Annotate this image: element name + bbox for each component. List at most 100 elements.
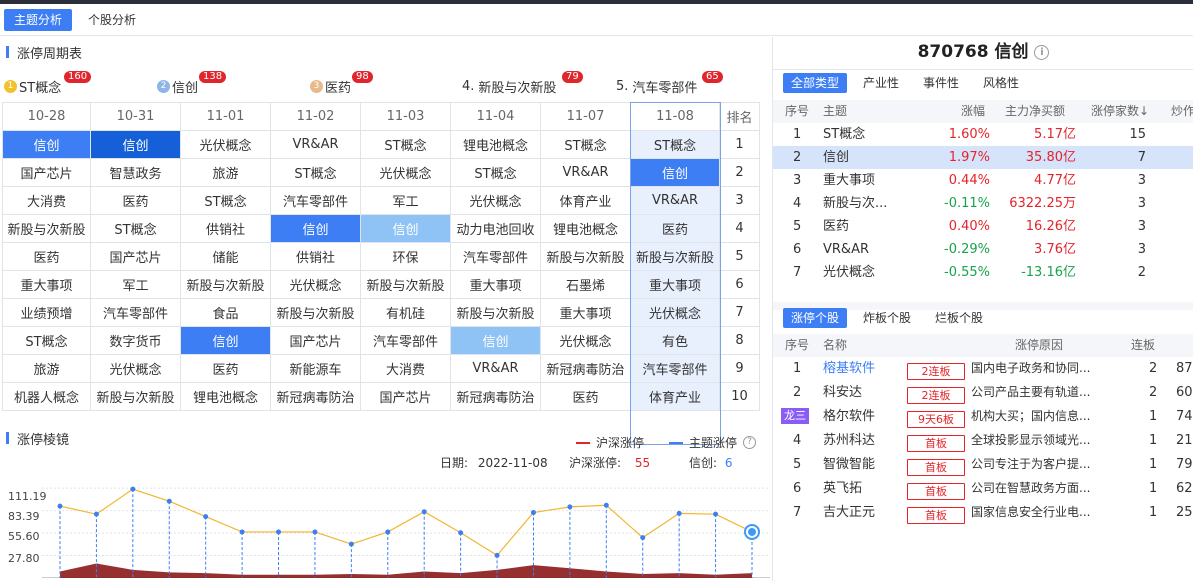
cycle-cell[interactable]: 新股与次新股 <box>2 214 91 243</box>
cycle-cell[interactable]: 有机硅 <box>360 298 451 327</box>
row-stock-name[interactable]: 吉大正元 <box>823 501 875 524</box>
row-stock-name[interactable]: 智微智能 <box>823 453 875 476</box>
cycle-cell[interactable]: 有色 <box>630 326 720 355</box>
cycle-cell[interactable]: 信创 <box>630 158 720 187</box>
cycle-cell[interactable]: 食品 <box>180 298 271 327</box>
row-theme[interactable]: 医药 <box>823 215 849 238</box>
row-theme[interactable]: VR&AR <box>823 238 869 261</box>
cycle-cell[interactable]: 新冠病毒防治 <box>450 382 541 411</box>
date-header[interactable]: 10-28 <box>2 102 91 131</box>
cycle-cell[interactable]: 重大事项 <box>2 270 91 299</box>
cycle-cell[interactable]: 光伏概念 <box>450 186 541 215</box>
cycle-cell[interactable]: ST概念 <box>360 130 451 159</box>
row-stock-name[interactable]: 格尔软件 <box>823 405 875 428</box>
cycle-cell[interactable]: 光伏概念 <box>360 158 451 187</box>
cycle-cell[interactable]: 新股与次新股 <box>540 242 631 271</box>
cycle-cell[interactable]: 汽车零部件 <box>360 326 451 355</box>
cycle-cell[interactable]: 新股与次新股 <box>180 270 271 299</box>
row-stock-name[interactable]: 科安达 <box>823 381 862 404</box>
cycle-cell[interactable]: 旅游 <box>180 158 271 187</box>
cycle-cell[interactable]: 新股与次新股 <box>270 298 361 327</box>
cycle-cell[interactable]: 光伏概念 <box>270 270 361 299</box>
cycle-cell[interactable]: 锂电池概念 <box>450 130 541 159</box>
col-theme[interactable]: 主题 <box>823 100 847 123</box>
cycle-cell[interactable]: 业绩预增 <box>2 298 91 327</box>
cycle-cell[interactable]: 汽车零部件 <box>90 298 181 327</box>
date-header[interactable]: 11-03 <box>360 102 451 131</box>
cycle-cell[interactable]: 信创 <box>180 326 271 355</box>
cycle-cell[interactable]: 信创 <box>270 214 361 243</box>
info-icon[interactable]: i <box>1034 44 1050 60</box>
legend-topic[interactable]: 主题涨停 ? <box>669 434 757 451</box>
stock-row[interactable]: 4 苏州科达 首板 全球投影显示领域光... 1 21 <box>773 429 1193 452</box>
cycle-cell[interactable]: VR&AR <box>270 130 361 159</box>
cycle-cell[interactable]: 医药 <box>2 242 91 271</box>
row-theme[interactable]: ST概念 <box>823 123 865 146</box>
row-theme[interactable]: 重大事项 <box>823 169 875 192</box>
cycle-cell[interactable]: VR&AR <box>450 354 541 383</box>
cycle-cell[interactable]: 汽车零部件 <box>450 242 541 271</box>
cycle-cell[interactable]: 重大事项 <box>630 270 720 299</box>
row-stock-name[interactable]: 榕基软件 <box>823 357 875 380</box>
top-topic-1[interactable]: 1 ST概念 160 <box>4 71 92 96</box>
cycle-cell[interactable]: 新股与次新股 <box>630 242 720 271</box>
cycle-cell[interactable]: 信创 <box>360 214 451 243</box>
cycle-cell[interactable]: 重大事项 <box>540 298 631 327</box>
tab-stock-analysis[interactable]: 个股分析 <box>78 9 146 31</box>
cycle-cell[interactable]: 新冠病毒防治 <box>270 382 361 411</box>
cycle-cell[interactable]: 汽车零部件 <box>630 354 720 383</box>
cycle-cell[interactable]: 环保 <box>360 242 451 271</box>
cycle-cell[interactable]: 军工 <box>90 270 181 299</box>
top-topic-4[interactable]: 4. 新股与次新股 79 <box>462 71 583 96</box>
cycle-cell[interactable]: ST概念 <box>450 158 541 187</box>
date-header[interactable]: 11-07 <box>540 102 631 131</box>
tab-limit-up[interactable]: 涨停个股 <box>783 308 848 328</box>
legend-hs[interactable]: 沪深涨停 <box>576 434 644 451</box>
cycle-cell[interactable]: ST概念 <box>540 130 631 159</box>
cycle-cell[interactable]: VR&AR <box>630 186 720 215</box>
cycle-cell[interactable]: 光伏概念 <box>540 326 631 355</box>
row-theme[interactable]: 新股与次... <box>823 192 887 215</box>
top-topic-5[interactable]: 5. 汽车零部件 65 <box>616 71 723 96</box>
cycle-cell[interactable]: 国产芯片 <box>90 242 181 271</box>
cycle-cell[interactable]: 锂电池概念 <box>180 382 271 411</box>
cycle-cell[interactable]: 光伏概念 <box>90 354 181 383</box>
cycle-cell[interactable]: 锂电池概念 <box>540 214 631 243</box>
cycle-cell[interactable]: 新能源车 <box>270 354 361 383</box>
topic-row[interactable]: 6 VR&AR -0.29% 3.76亿 3 <box>773 238 1193 261</box>
row-stock-name[interactable]: 英飞拓 <box>823 477 862 500</box>
filter-industry[interactable]: 产业性 <box>855 73 907 93</box>
cycle-cell[interactable]: 新股与次新股 <box>450 298 541 327</box>
top-topic-2[interactable]: 2 信创 138 <box>157 71 227 96</box>
col-change[interactable]: 涨幅 <box>961 100 985 123</box>
help-icon[interactable]: ? <box>743 436 757 449</box>
top-topic-3[interactable]: 3 医药 98 <box>310 71 373 96</box>
row-stock-name[interactable]: 苏州科达 <box>823 429 875 452</box>
cycle-cell[interactable]: 储能 <box>180 242 271 271</box>
cycle-cell[interactable]: 医药 <box>630 214 720 243</box>
prism-chart[interactable] <box>42 477 770 578</box>
topic-row[interactable]: 1 ST概念 1.60% 5.17亿 15 <box>773 123 1193 146</box>
cycle-cell[interactable]: 医药 <box>180 354 271 383</box>
stock-row[interactable]: 2 科安达 2连板 公司产品主要有轨道... 2 60 <box>773 381 1193 404</box>
cycle-cell[interactable]: 医药 <box>540 382 631 411</box>
stock-row[interactable]: 6 英飞拓 首板 公司在智慧政务方面... 1 62 <box>773 477 1193 500</box>
filter-all[interactable]: 全部类型 <box>783 73 848 93</box>
cycle-cell[interactable]: 国产芯片 <box>2 158 91 187</box>
topic-row[interactable]: 7 光伏概念 -0.55% -13.16亿 2 <box>773 261 1193 284</box>
cycle-cell[interactable]: 供销社 <box>270 242 361 271</box>
cycle-cell[interactable]: 旅游 <box>2 354 91 383</box>
col-flow[interactable]: 主力净买额 <box>1005 100 1065 123</box>
filter-style[interactable]: 风格性 <box>975 73 1027 93</box>
cycle-cell[interactable]: 光伏概念 <box>180 130 271 159</box>
cycle-cell[interactable]: 智慧政务 <box>90 158 181 187</box>
cycle-cell[interactable]: 医药 <box>90 186 181 215</box>
row-theme[interactable]: 信创 <box>823 146 849 169</box>
cycle-cell[interactable]: 新股与次新股 <box>90 382 181 411</box>
cycle-cell[interactable]: 新股与次新股 <box>360 270 451 299</box>
row-theme[interactable]: 光伏概念 <box>823 261 875 284</box>
cycle-cell[interactable]: 新冠病毒防治 <box>540 354 631 383</box>
cycle-cell[interactable]: ST概念 <box>180 186 271 215</box>
col-heat[interactable]: 炒作次 <box>1171 100 1193 123</box>
cycle-cell[interactable]: 石墨烯 <box>540 270 631 299</box>
